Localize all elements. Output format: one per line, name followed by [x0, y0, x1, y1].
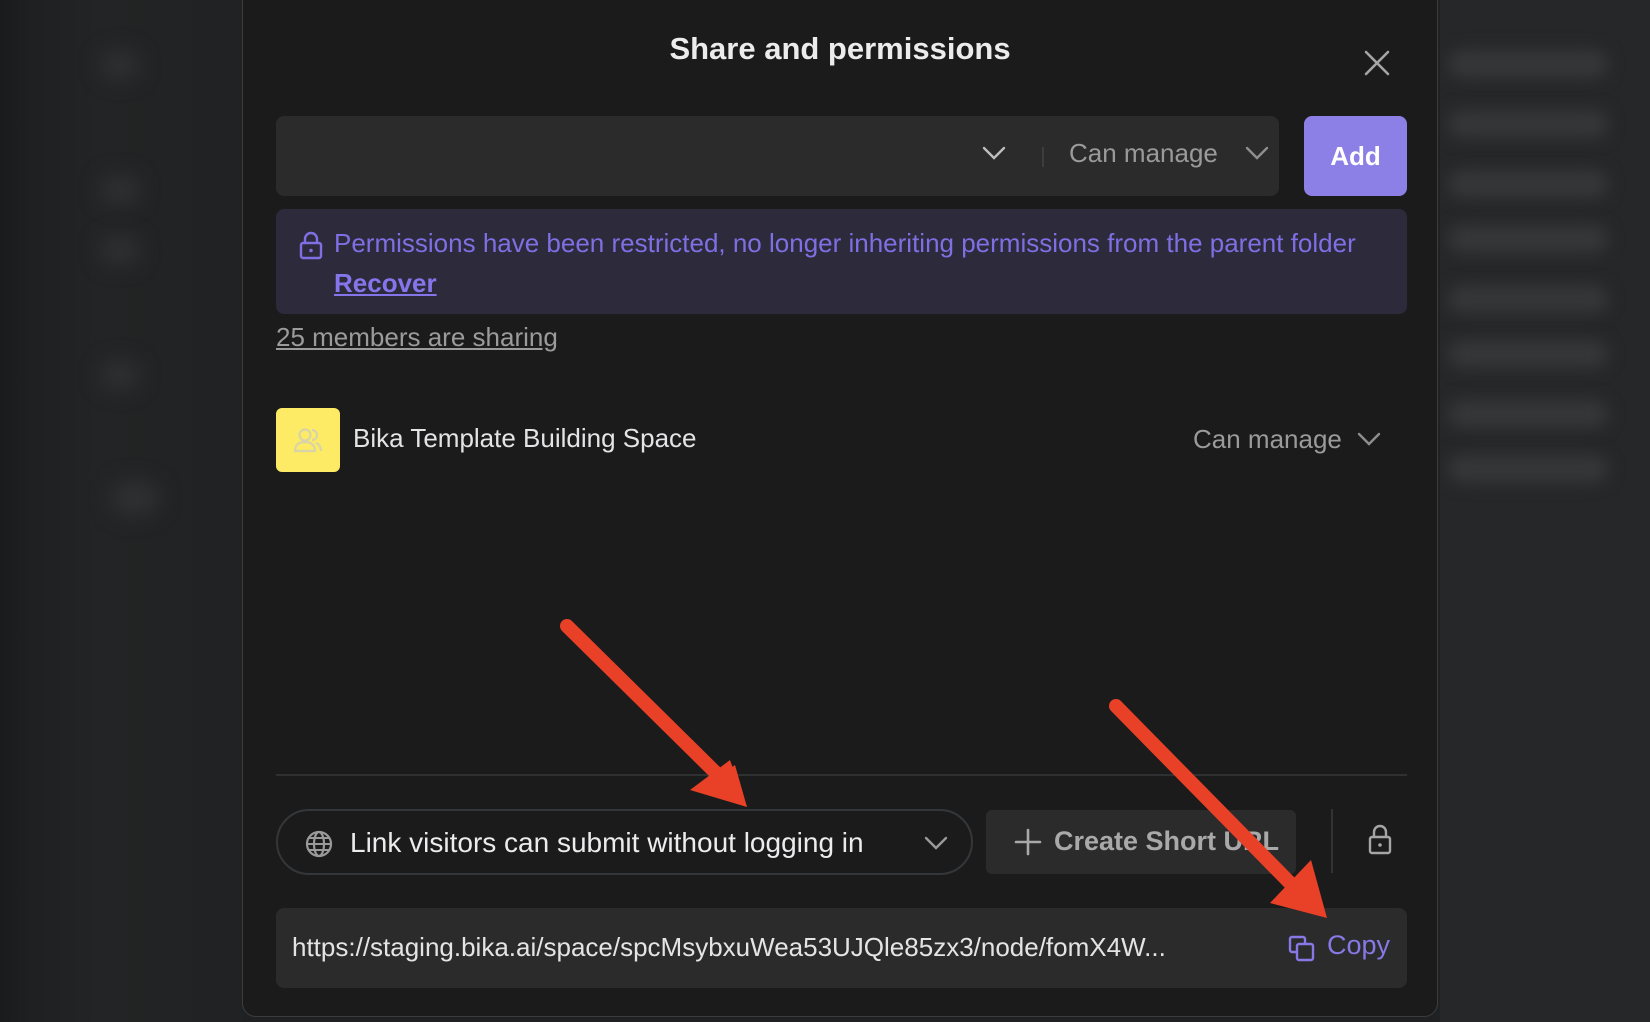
background-blur: [1448, 110, 1608, 138]
background-blur: [100, 360, 140, 390]
copy-icon: [1288, 935, 1315, 962]
member-name: Bika Template Building Space: [353, 423, 697, 453]
lock-button[interactable]: [1367, 823, 1393, 860]
banner-message: Permissions have been restricted, no lon…: [334, 228, 1356, 258]
link-access-label: Link visitors can submit without logging…: [350, 827, 864, 858]
globe-icon: [305, 830, 333, 858]
avatar: [276, 408, 340, 472]
chevron-down-icon[interactable]: [1244, 144, 1270, 162]
copy-label: Copy: [1327, 930, 1391, 960]
members-sharing-link[interactable]: 25 members are sharing: [276, 322, 558, 353]
member-role-select[interactable]: Can manage: [1193, 424, 1342, 455]
background-blur: [1448, 455, 1608, 483]
background-blur: [110, 480, 160, 516]
share-url-field[interactable]: https://staging.bika.ai/space/spcMsybxuW…: [276, 908, 1407, 988]
chevron-down-icon[interactable]: [1356, 430, 1382, 448]
lock-icon: [299, 231, 323, 260]
role-select[interactable]: Can manage: [1069, 138, 1218, 169]
background-blur: [1448, 170, 1608, 198]
close-button[interactable]: [1361, 47, 1393, 79]
create-short-url-label: Create Short URL: [1054, 826, 1280, 856]
modal-title: Share and permissions: [669, 31, 1011, 66]
recover-link[interactable]: Recover: [334, 268, 437, 298]
background-blur: [1448, 285, 1608, 313]
add-button[interactable]: Add: [1304, 116, 1407, 196]
lock-icon: [1368, 824, 1392, 855]
background-blur: [1448, 400, 1608, 428]
member-row: Bika Template Building Space Can manage: [276, 408, 1407, 472]
create-short-url-button[interactable]: Create Short URL: [986, 810, 1296, 874]
section-divider: [276, 774, 1407, 776]
member-picker[interactable]: Can manage: [276, 116, 1279, 196]
background-blur: [100, 50, 140, 80]
chevron-down-icon[interactable]: [981, 144, 1007, 162]
link-access-dropdown[interactable]: Link visitors can submit without logging…: [276, 809, 973, 875]
background-blur: [1448, 340, 1608, 368]
chevron-down-icon: [924, 836, 948, 850]
picker-separator: [1042, 147, 1044, 167]
restricted-permissions-banner: Permissions have been restricted, no lon…: [276, 209, 1407, 314]
users-icon: [293, 428, 323, 453]
close-icon: [1364, 50, 1390, 76]
plus-icon: [1014, 828, 1042, 856]
background-blur: [100, 235, 140, 265]
share-permissions-modal: Share and permissions Can manage Add Per…: [242, 0, 1438, 1017]
share-url[interactable]: https://staging.bika.ai/space/spcMsybxuW…: [292, 932, 1252, 963]
background-right-blurred: [1440, 0, 1650, 1022]
toolbar-separator: [1331, 809, 1333, 873]
background-blur: [1448, 225, 1608, 253]
background-blur: [1448, 50, 1608, 78]
background-blur: [100, 175, 140, 205]
